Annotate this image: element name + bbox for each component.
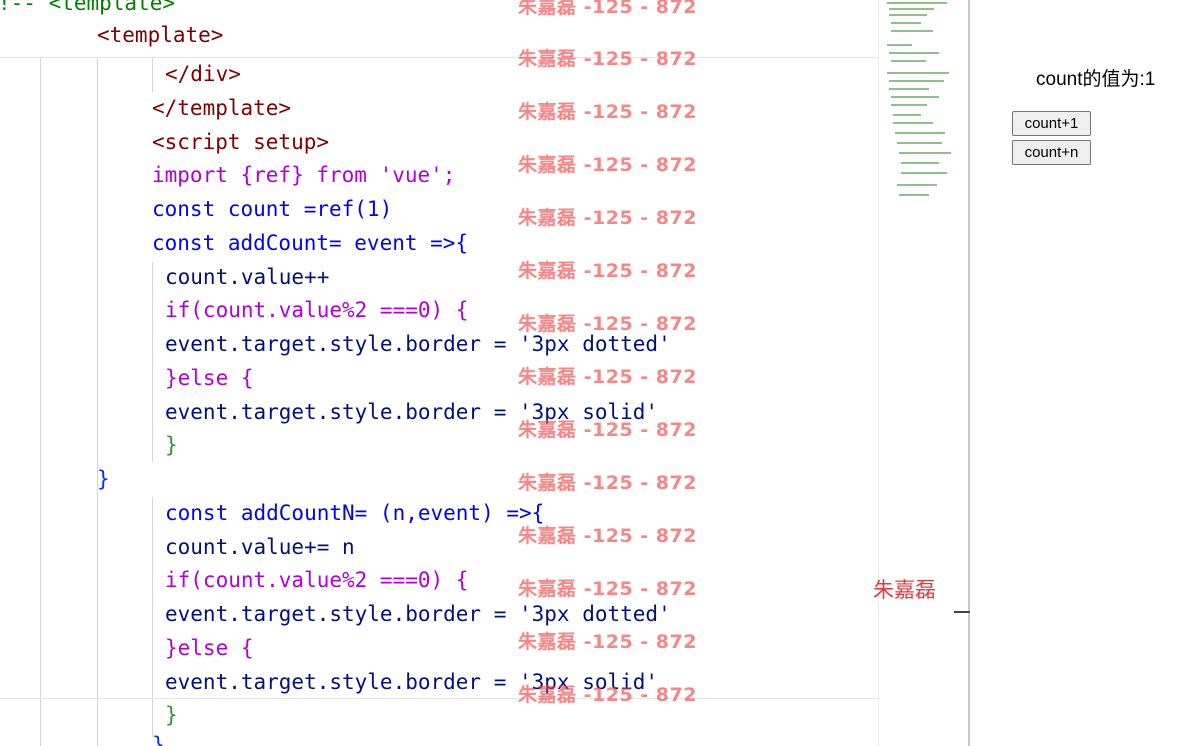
code-line-15: }: [97, 462, 110, 496]
minimap-line: [895, 132, 945, 134]
indent-guide: [152, 58, 153, 92]
watermark: 朱嘉磊 -125 - 872: [518, 207, 697, 229]
code-line-7: const count =ref(1): [152, 192, 392, 226]
code-text: }: [165, 703, 178, 727]
code-text: </div>: [165, 62, 241, 86]
minimap-line: [889, 8, 934, 10]
minimap-line: [891, 22, 921, 24]
code-line-10: if(count.value%2 ===0) {: [165, 293, 468, 327]
current-line-top: [0, 57, 878, 58]
watermark: 朱嘉磊 -125 - 872: [518, 48, 697, 70]
code-text: const count =ref(1): [152, 197, 393, 221]
code-line-2: <template>: [97, 18, 223, 52]
code-line-23: }: [152, 728, 165, 746]
code-line-18: if(count.value%2 ===0) {: [165, 563, 468, 597]
code-text: count.value++: [165, 265, 330, 289]
minimap-line: [893, 122, 933, 124]
minimap-line: [889, 14, 927, 16]
code-text: }else {: [165, 366, 254, 390]
minimap-line: [897, 142, 942, 144]
minimap-line: [887, 72, 949, 74]
code-text: const addCountN= (n,event) =>{: [165, 501, 545, 525]
code-text: if(count.value%2 ===0) {: [165, 568, 469, 592]
watermark: 朱嘉磊 -125 - 872: [518, 578, 697, 600]
code-line-17: count.value+= n: [165, 530, 355, 564]
code-text: import {ref} from 'vue';: [152, 163, 456, 187]
code-text: }: [97, 467, 110, 491]
code-line-19: event.target.style.border = '3px dotted': [165, 597, 671, 631]
minimap-line: [889, 80, 944, 82]
scroll-marker: [954, 611, 970, 613]
watermark: 朱嘉磊 -125 - 872: [518, 101, 697, 123]
watermark: 朱嘉磊 -125 - 872: [518, 366, 697, 388]
minimap-line: [891, 96, 939, 98]
indent-guide: [152, 262, 153, 462]
minimap-line: [891, 30, 933, 32]
count-display: count的值为:1: [1036, 69, 1156, 90]
indent-guide: [152, 497, 153, 737]
code-line-5: <script setup>: [152, 125, 329, 159]
minimap-line: [887, 2, 947, 4]
code-text: count.value+= n: [165, 535, 355, 559]
count-plus-one-button[interactable]: count+1: [1012, 111, 1091, 136]
code-line-22: }: [165, 698, 178, 732]
minimap[interactable]: [878, 0, 968, 746]
code-text: if(count.value%2 ===0) {: [165, 298, 469, 322]
preview-pane: count的值为:1 count+1 count+n: [970, 0, 1203, 746]
minimap-line: [891, 60, 926, 62]
code-text: <script setup>: [152, 130, 330, 154]
minimap-line: [899, 194, 929, 196]
code-text: event.target.style.border = '3px dotted': [165, 602, 671, 626]
code-text: }: [165, 433, 178, 457]
minimap-line: [893, 114, 921, 116]
watermark: 朱嘉磊 -125 - 872: [518, 154, 697, 176]
code-line-8: const addCount= event =>{: [152, 226, 468, 260]
watermark: 朱嘉磊 -125 - 872: [518, 313, 697, 335]
minimap-line: [891, 104, 927, 106]
minimap-line: [889, 52, 939, 54]
indent-guide: [97, 58, 98, 746]
watermark: 朱嘉磊 -125 - 872: [518, 631, 697, 653]
watermark: 朱嘉磊 -125 - 872: [518, 472, 697, 494]
code-line-4: </template>: [152, 91, 291, 125]
code-text: }: [152, 733, 165, 746]
watermark: 朱嘉磊 -125 - 872: [518, 684, 697, 706]
code-text: <template>: [97, 23, 224, 47]
count-plus-n-button[interactable]: count+n: [1012, 140, 1091, 165]
watermark: 朱嘉磊 -125 - 872: [518, 525, 697, 547]
watermark-name: 朱嘉磊: [873, 578, 936, 602]
code-line-3: </div>: [165, 57, 241, 91]
watermark: 朱嘉磊 -125 - 872: [518, 419, 697, 441]
code-text: !-- <template>: [0, 0, 176, 15]
minimap-line: [897, 184, 937, 186]
code-line-20: }else {: [165, 631, 254, 665]
code-line-12: }else {: [165, 361, 254, 395]
code-text: </template>: [152, 96, 292, 120]
minimap-line: [901, 172, 947, 174]
minimap-line: [887, 44, 912, 46]
watermark: 朱嘉磊 -125 - 872: [518, 0, 697, 18]
code-line-9: count.value++: [165, 260, 329, 294]
minimap-line: [899, 152, 951, 154]
code-text: }else {: [165, 636, 254, 660]
code-line-14: }: [165, 428, 178, 462]
code-line-6: import {ref} from 'vue';: [152, 158, 455, 192]
minimap-line: [901, 162, 939, 164]
code-line-16: const addCountN= (n,event) =>{: [165, 496, 544, 530]
minimap-line: [889, 88, 929, 90]
code-editor[interactable]: !-- <template> <template> </div> </templ…: [0, 0, 878, 746]
code-text: const addCount= event =>{: [152, 231, 469, 255]
watermark: 朱嘉磊 -125 - 872: [518, 260, 697, 282]
indent-guide: [40, 58, 41, 746]
code-line-1: !-- <template>: [0, 0, 175, 20]
